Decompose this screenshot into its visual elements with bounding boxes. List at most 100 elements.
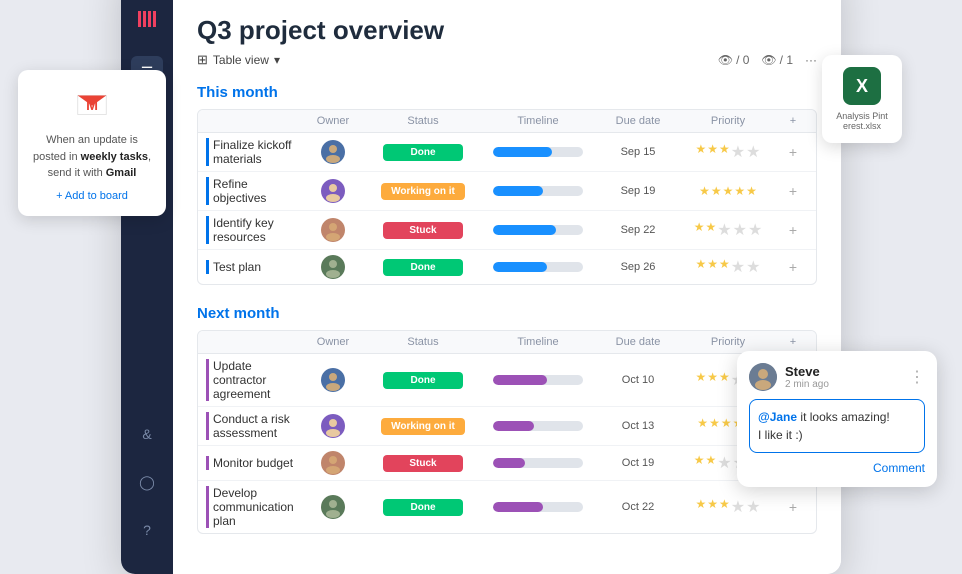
comment-avatar [749, 363, 777, 391]
comment-action-button[interactable]: Comment [749, 461, 925, 475]
avatar [321, 179, 345, 203]
comment-body: @Jane it looks amazing!I like it :) [749, 399, 925, 453]
page-title: Q3 project overview [197, 15, 817, 46]
col-add[interactable]: + [778, 336, 808, 348]
this-month-title: This month [197, 84, 817, 101]
cell-owner [298, 368, 368, 392]
cell-timeline [478, 502, 598, 512]
timeline-bar [493, 186, 583, 196]
excel-icon: X [843, 67, 881, 105]
cell-add[interactable]: + [778, 144, 808, 160]
gmail-icon: M [73, 86, 111, 124]
table-row: Monitor budget Stuck Oct 19 ★★★ [198, 446, 816, 481]
cell-owner [298, 140, 368, 164]
cell-status: Done [368, 259, 478, 276]
cell-status: Stuck [368, 222, 478, 239]
task-name: Monitor budget [206, 456, 298, 470]
cell-priority: ★★★★★ [678, 257, 778, 277]
col-priority: Priority [678, 336, 778, 348]
timeline-fill [493, 421, 534, 431]
timeline-fill [493, 262, 547, 272]
sidebar-item-help[interactable]: ? [131, 514, 163, 546]
avatar [321, 451, 345, 475]
cell-due: Sep 22 [598, 224, 678, 236]
cell-priority: ★★★★★ [678, 142, 778, 162]
cell-due: Sep 19 [598, 185, 678, 197]
status-badge: Done [383, 259, 463, 276]
cell-owner [298, 179, 368, 203]
avatar [321, 218, 345, 242]
cell-timeline [478, 225, 598, 235]
cell-timeline [478, 458, 598, 468]
cell-add[interactable]: + [778, 259, 808, 275]
gmail-card: M When an update is posted in weekly tas… [18, 70, 166, 216]
window-body: ☰ ◎ ◻ & ◯ ? Q3 project overview ⊞ Table … [121, 0, 841, 574]
next-month-header: Owner Status Timeline Due date Priority … [198, 331, 816, 354]
timeline-fill [493, 147, 552, 157]
status-badge: Done [383, 499, 463, 516]
sidebar-item-profile[interactable]: ◯ [131, 466, 163, 498]
cell-status: Working on it [368, 183, 478, 200]
toolbar: ⊞ Table view ▾ 👁 / 0 👁 / 1 ··· [197, 52, 817, 68]
timeline-bar [493, 225, 583, 235]
timeline-bar [493, 147, 583, 157]
avatar [321, 368, 345, 392]
cell-add[interactable]: + [778, 499, 808, 515]
col-due: Due date [598, 115, 678, 127]
cell-priority: ★★★★★ [678, 184, 778, 198]
cell-add[interactable]: + [778, 183, 808, 199]
col-status: Status [368, 115, 478, 127]
this-month-table: Owner Status Timeline Due date Priority … [197, 109, 817, 285]
table-icon: ⊞ [197, 52, 208, 68]
cell-timeline [478, 186, 598, 196]
status-badge: Working on it [381, 418, 465, 435]
cell-due: Oct 10 [598, 374, 678, 386]
col-add[interactable]: + [778, 115, 808, 127]
col-status: Status [368, 336, 478, 348]
comment-username: Steve [785, 364, 829, 379]
timeline-fill [493, 502, 543, 512]
task-name: Update contractor agreement [206, 359, 298, 401]
status-badge: Stuck [383, 222, 463, 239]
col-owner: Owner [298, 336, 368, 348]
comment-mention: @Jane [758, 410, 797, 424]
cell-due: Oct 13 [598, 420, 678, 432]
cell-status: Working on it [368, 418, 478, 435]
comment-more-button[interactable]: ⋮ [909, 367, 925, 387]
timeline-bar [493, 375, 583, 385]
comment-user-info: Steve 2 min ago [749, 363, 829, 391]
comment-card: Steve 2 min ago ⋮ @Jane it looks amazing… [737, 351, 937, 487]
timeline-fill [493, 375, 547, 385]
avatar [321, 255, 345, 279]
eye2-icon: 👁 [761, 53, 776, 67]
comment-header: Steve 2 min ago ⋮ [749, 363, 925, 391]
sidebar-item-people[interactable]: & [131, 418, 163, 450]
toolbar-stat2: 👁 / 1 [761, 53, 793, 67]
col-timeline: Timeline [478, 336, 598, 348]
chevron-down-icon: ▾ [274, 53, 280, 67]
view-label: Table view [213, 53, 269, 67]
col-task [206, 115, 298, 127]
comment-time: 2 min ago [785, 379, 829, 390]
timeline-bar [493, 458, 583, 468]
cell-priority: ★★★★★ [678, 497, 778, 517]
table-row: Test plan Done Sep 26 ★★★★★ [198, 250, 816, 284]
timeline-fill [493, 225, 556, 235]
more-button[interactable]: ··· [805, 53, 817, 67]
task-name: Refine objectives [206, 177, 298, 205]
main-window: ☰ ◎ ◻ & ◯ ? Q3 project overview ⊞ Table … [121, 0, 841, 574]
avatar [321, 414, 345, 438]
cell-add[interactable]: + [778, 222, 808, 238]
eye-icon: 👁 [718, 53, 733, 67]
table-row: Conduct a risk assessment Working on it … [198, 407, 816, 446]
task-name: Identify key resources [206, 216, 298, 244]
view-selector[interactable]: ⊞ Table view ▾ [197, 52, 280, 68]
col-owner: Owner [298, 115, 368, 127]
gmail-add-link[interactable]: + Add to board [56, 190, 128, 202]
table-row: Develop communication plan Done Oct 22 [198, 481, 816, 533]
stat1-value: / 0 [736, 53, 749, 67]
timeline-fill [493, 458, 525, 468]
main-content: Q3 project overview ⊞ Table view ▾ 👁 / 0… [173, 0, 841, 574]
cell-timeline [478, 147, 598, 157]
task-name: Conduct a risk assessment [206, 412, 298, 440]
